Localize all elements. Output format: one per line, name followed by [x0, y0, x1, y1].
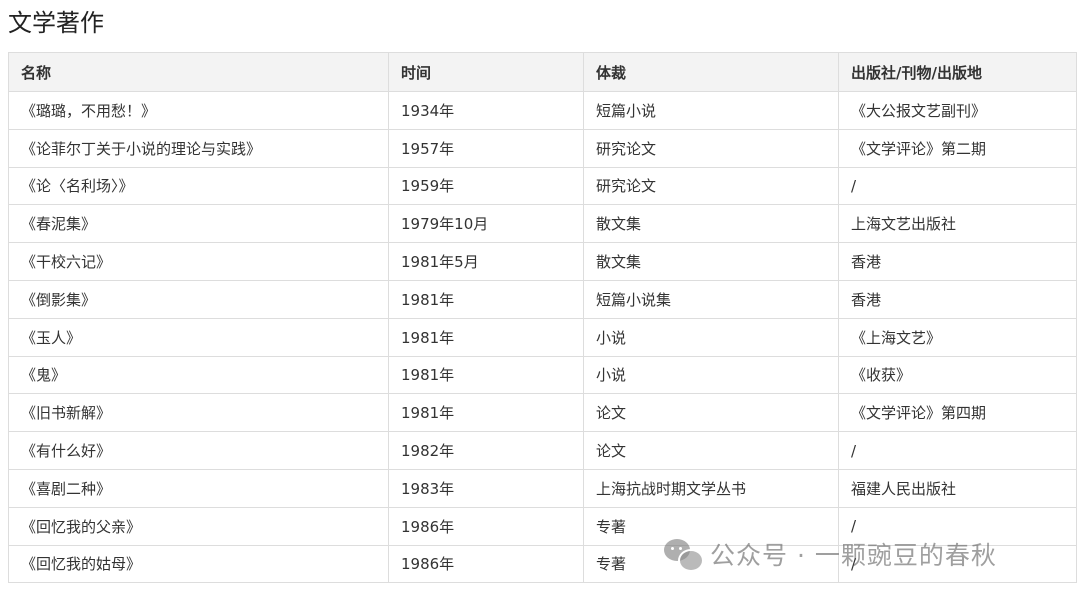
cell-time: 1981年: [388, 279, 584, 319]
cell-genre: 小说: [583, 317, 839, 357]
cell-genre: 短篇小说集: [583, 279, 839, 319]
table-row: 《回忆我的姑母》 1986年 专著 /: [8, 544, 1077, 584]
cell-name: 《旧书新解》: [8, 393, 389, 433]
cell-publisher: 《上海文艺》: [838, 317, 1077, 357]
cell-publisher: 福建人民出版社: [838, 468, 1077, 508]
cell-name: 《论菲尔丁关于小说的理论与实践》: [8, 128, 389, 168]
column-header-name: 名称: [8, 52, 389, 92]
cell-publisher: /: [838, 544, 1077, 584]
cell-name: 《喜剧二种》: [8, 468, 389, 508]
cell-time: 1981年: [388, 355, 584, 395]
table-header-row: 名称 时间 体裁 出版社/刊物/出版地: [8, 52, 1077, 92]
table-body: 《璐璐，不用愁！》 1934年 短篇小说 《大公报文艺副刊》 《论菲尔丁关于小说的理论与…: [8, 91, 1077, 584]
cell-time: 1986年: [388, 506, 584, 546]
cell-publisher: /: [838, 431, 1077, 470]
cell-genre: 论文: [583, 393, 839, 433]
cell-time: 1959年: [388, 166, 584, 206]
page: 文学著作 名称 时间 体裁 出版社/刊物/出版地 《璐璐，不用愁！》 1934年短…: [0, 0, 1080, 596]
cell-name: 《有什么好》: [8, 431, 389, 470]
table-row: 《春泥集》 1979年10月 散文集 上海文艺出版社: [8, 204, 1077, 244]
cell-publisher: 上海文艺出版社: [838, 204, 1077, 244]
cell-publisher: 《收获》: [838, 355, 1077, 395]
cell-publisher: /: [838, 506, 1077, 546]
column-header-genre: 体裁: [583, 52, 839, 92]
cell-time: 1983年: [388, 468, 584, 508]
cell-name: 《回忆我的姑母》: [8, 544, 389, 584]
cell-time: 1981年: [388, 393, 584, 433]
cell-publisher: 香港: [838, 279, 1077, 319]
cell-time: 1934年: [388, 91, 584, 130]
cell-name: 《璐璐，不用愁！》: [8, 91, 389, 130]
cell-genre: 研究论文: [583, 128, 839, 168]
cell-genre: 小说: [583, 355, 839, 395]
cell-publisher: 《文学评论》第二期: [838, 128, 1077, 168]
table-row: 《倒影集》 1981年 短篇小说集 香港: [8, 279, 1077, 319]
column-header-time: 时间: [388, 52, 584, 92]
table-row: 《玉人》 1981年 小说 《上海文艺》: [8, 317, 1077, 357]
table-row: 《有什么好》 1982年 论文 /: [8, 431, 1077, 470]
cell-time: 1981年5月: [388, 242, 584, 281]
table-row: 《干校六记》 1981年5月 散文集 香港: [8, 242, 1077, 281]
cell-name: 《回忆我的父亲》: [8, 506, 389, 546]
table-row: 《璐璐，不用愁！》 1934年 短篇小说 《大公报文艺副刊》: [8, 91, 1077, 130]
cell-name: 《论〈名利场〉》: [8, 166, 389, 206]
cell-time: 1979年10月: [388, 204, 584, 244]
cell-genre: 散文集: [583, 204, 839, 244]
cell-name: 《春泥集》: [8, 204, 389, 244]
table-row: 《论〈名利场〉》 1959年 研究论文 /: [8, 166, 1077, 206]
works-table: 名称 时间 体裁 出版社/刊物/出版地 《璐璐，不用愁！》 1934年 短篇小说 《大…: [8, 52, 1077, 584]
table-row: 《论菲尔丁关于小说的理论与实践》 1957年 研究论文 《文学评论》第二期: [8, 128, 1077, 168]
cell-name: 《鬼》: [8, 355, 389, 395]
cell-genre: 短篇小说: [583, 91, 839, 130]
cell-genre: 上海抗战时期文学丛书: [583, 468, 839, 508]
cell-time: 1986年: [388, 544, 584, 584]
cell-genre: 散文集: [583, 242, 839, 281]
cell-name: 《倒影集》: [8, 279, 389, 319]
cell-time: 1981年: [388, 317, 584, 357]
cell-time: 1982年: [388, 431, 584, 470]
cell-publisher: 《大公报文艺副刊》: [838, 91, 1077, 130]
cell-genre: 专著: [583, 506, 839, 546]
cell-genre: 论文: [583, 431, 839, 470]
cell-name: 《干校六记》: [8, 242, 389, 281]
table-row: 《喜剧二种》 1983年 上海抗战时期文学丛书 福建人民出版社: [8, 468, 1077, 508]
table-row: 《回忆我的父亲》 1986年 专著 /: [8, 506, 1077, 546]
cell-time: 1957年: [388, 128, 584, 168]
cell-genre: 研究论文: [583, 166, 839, 206]
table-row: 《鬼》 1981年 小说 《收获》: [8, 355, 1077, 395]
cell-genre: 专著: [583, 544, 839, 584]
cell-publisher: 《文学评论》第四期: [838, 393, 1077, 433]
cell-publisher: 香港: [838, 242, 1077, 281]
cell-publisher: /: [838, 166, 1077, 206]
column-header-publisher: 出版社/刊物/出版地: [838, 52, 1077, 92]
table-row: 《旧书新解》 1981年 论文 《文学评论》第四期: [8, 393, 1077, 433]
cell-name: 《玉人》: [8, 317, 389, 357]
section-title: 文学著作: [8, 9, 104, 37]
